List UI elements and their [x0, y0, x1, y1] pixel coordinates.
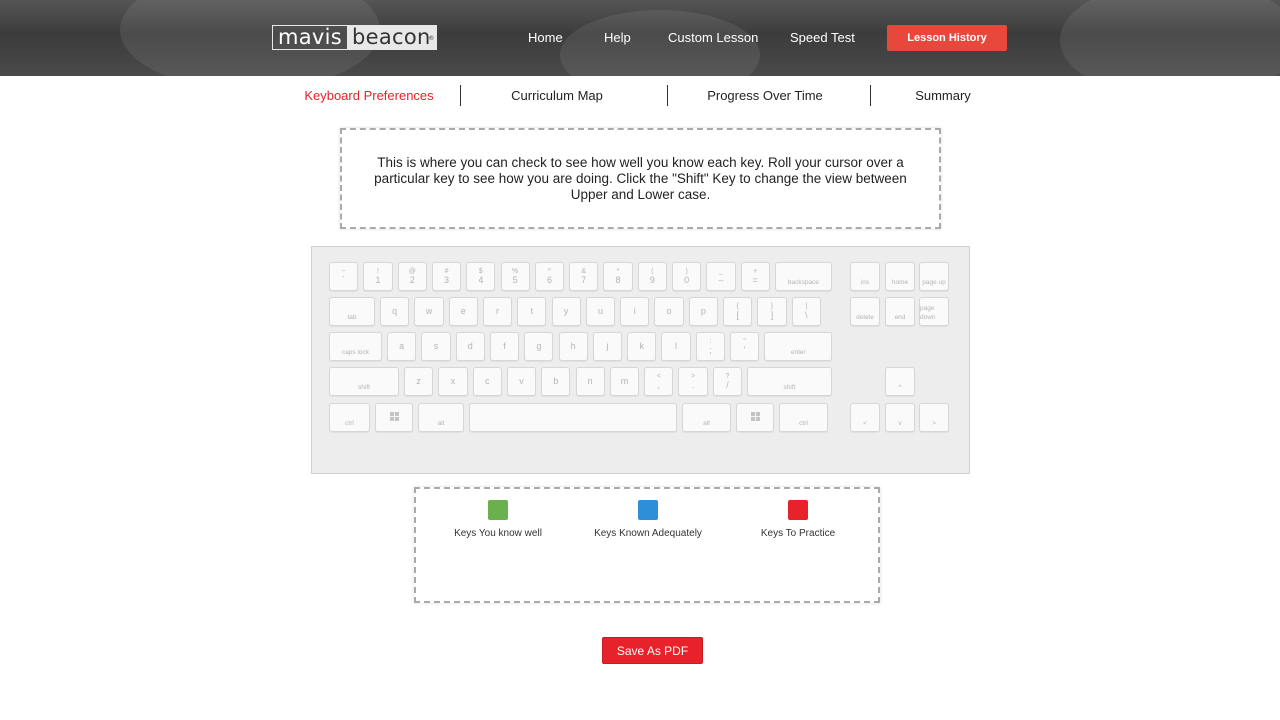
key-o[interactable]: o: [654, 297, 684, 326]
key-v[interactable]: v: [506, 367, 537, 396]
key-t[interactable]: t: [517, 297, 547, 326]
key-;[interactable]: :;: [695, 332, 725, 361]
legend-item-adequate: Keys Known Adequately: [563, 500, 733, 540]
key-=[interactable]: + =: [740, 262, 770, 291]
legend-box: Keys You know well Keys Known Adequately…: [414, 487, 880, 603]
key-5[interactable]: % 5: [500, 262, 530, 291]
top-header: mavis beacon ® Home Help Custom Lesson Sp…: [0, 0, 1280, 76]
key-`[interactable]: ~ `: [329, 262, 359, 291]
tab-curriculum-map[interactable]: Curriculum Map: [482, 88, 632, 104]
key-^[interactable]: ^: [885, 367, 915, 396]
key-k[interactable]: k: [627, 332, 657, 361]
key-page-down[interactable]: page down: [919, 297, 949, 326]
key-home[interactable]: home: [885, 262, 915, 291]
instructions-box: This is where you can check to see how w…: [340, 128, 941, 229]
key-c[interactable]: c: [472, 367, 502, 396]
key-tab[interactable]: tab: [329, 297, 375, 326]
keyboard-map: ~ `! 1 @2 #3 $4% 5 ^ 6 & 7 * 8(9) 0 _ – + = backspace tab q w…: [311, 246, 970, 474]
windows-icon: [389, 412, 399, 423]
tab-divider: [870, 85, 871, 106]
key-m[interactable]: m: [609, 367, 640, 396]
key-backspace[interactable]: backspace: [774, 262, 832, 291]
key-\[interactable]: | \: [791, 297, 821, 326]
key-6[interactable]: ^ 6: [534, 262, 565, 291]
key-7[interactable]: & 7: [569, 262, 599, 291]
tab-summary[interactable]: Summary: [893, 88, 993, 104]
key-w[interactable]: w: [414, 297, 444, 326]
key-ins[interactable]: ins: [850, 262, 880, 291]
key-space[interactable]: [469, 403, 677, 432]
mavis-beacon-logo[interactable]: mavis beacon ®: [272, 25, 437, 50]
key->[interactable]: >: [919, 403, 949, 432]
key-4[interactable]: $4: [466, 262, 496, 291]
key-ctrl[interactable]: ctrl: [329, 403, 370, 432]
key-x[interactable]: x: [438, 367, 468, 396]
windows-icon: [750, 412, 760, 423]
key-i[interactable]: i: [620, 297, 650, 326]
tab-progress-over-time[interactable]: Progress Over Time: [690, 88, 840, 104]
key-b[interactable]: b: [541, 367, 571, 396]
key-ctrl[interactable]: ctrl: [779, 403, 828, 432]
key-j[interactable]: j: [592, 332, 623, 361]
key-shift[interactable]: shift: [329, 367, 399, 396]
key-d[interactable]: d: [455, 332, 485, 361]
key-y[interactable]: y: [551, 297, 581, 326]
key-alt[interactable]: alt: [418, 403, 464, 432]
key-3[interactable]: #3: [431, 262, 462, 291]
key-'[interactable]: " ': [730, 332, 760, 361]
key-z[interactable]: z: [404, 367, 434, 396]
key-8[interactable]: * 8: [603, 262, 633, 291]
instructions-text: This is where you can check to see how w…: [374, 154, 907, 202]
key-[[interactable]: {[: [723, 297, 753, 326]
save-as-pdf-button[interactable]: Save As PDF: [602, 637, 703, 664]
key-a[interactable]: a: [387, 332, 417, 361]
nav-custom-lesson[interactable]: Custom Lesson: [668, 30, 758, 46]
key-l[interactable]: l: [661, 332, 691, 361]
key-e[interactable]: e: [448, 297, 478, 326]
key-r[interactable]: r: [482, 297, 513, 326]
nav-speed-test[interactable]: Speed Test: [790, 30, 855, 46]
lesson-history-button[interactable]: Lesson History: [887, 25, 1007, 51]
windows-key[interactable]: [375, 403, 413, 432]
key-q[interactable]: q: [380, 297, 410, 326]
windows-key[interactable]: [736, 403, 774, 432]
legend-item-well: Keys You know well: [413, 500, 583, 540]
key-][interactable]: }]: [757, 297, 787, 326]
key-g[interactable]: g: [524, 332, 554, 361]
key-s[interactable]: s: [421, 332, 451, 361]
key-0[interactable]: ) 0: [672, 262, 702, 291]
key-,[interactable]: <,: [644, 367, 674, 396]
key-page-up[interactable]: page up: [919, 262, 949, 291]
key-end[interactable]: end: [885, 297, 915, 326]
key-p[interactable]: p: [688, 297, 718, 326]
key-2[interactable]: @2: [397, 262, 427, 291]
tab-divider: [460, 85, 461, 106]
key-f[interactable]: f: [489, 332, 520, 361]
tab-keyboard-preferences[interactable]: Keyboard Preferences: [294, 88, 444, 104]
key-<[interactable]: <: [850, 403, 880, 432]
key-9[interactable]: (9: [637, 262, 667, 291]
key-delete[interactable]: delete: [850, 297, 880, 326]
key-h[interactable]: h: [558, 332, 588, 361]
key-v[interactable]: v: [885, 403, 915, 432]
tab-divider: [667, 85, 668, 106]
nav-help[interactable]: Help: [604, 30, 631, 46]
green-swatch: [488, 500, 508, 520]
key-–[interactable]: _ –: [706, 262, 736, 291]
key-/[interactable]: ? /: [712, 367, 742, 396]
key-alt[interactable]: alt: [682, 403, 731, 432]
key-enter[interactable]: enter: [764, 332, 833, 361]
key-1[interactable]: ! 1: [363, 262, 393, 291]
legend-item-practice: Keys To Practice: [713, 500, 883, 540]
red-swatch: [788, 500, 808, 520]
key-caps-lock[interactable]: caps lock: [329, 332, 382, 361]
nav-home[interactable]: Home: [528, 30, 563, 46]
key-n[interactable]: n: [575, 367, 605, 396]
blue-swatch: [638, 500, 658, 520]
key-shift[interactable]: shift: [747, 367, 832, 396]
key-.[interactable]: >.: [678, 367, 708, 396]
key-u[interactable]: u: [585, 297, 616, 326]
